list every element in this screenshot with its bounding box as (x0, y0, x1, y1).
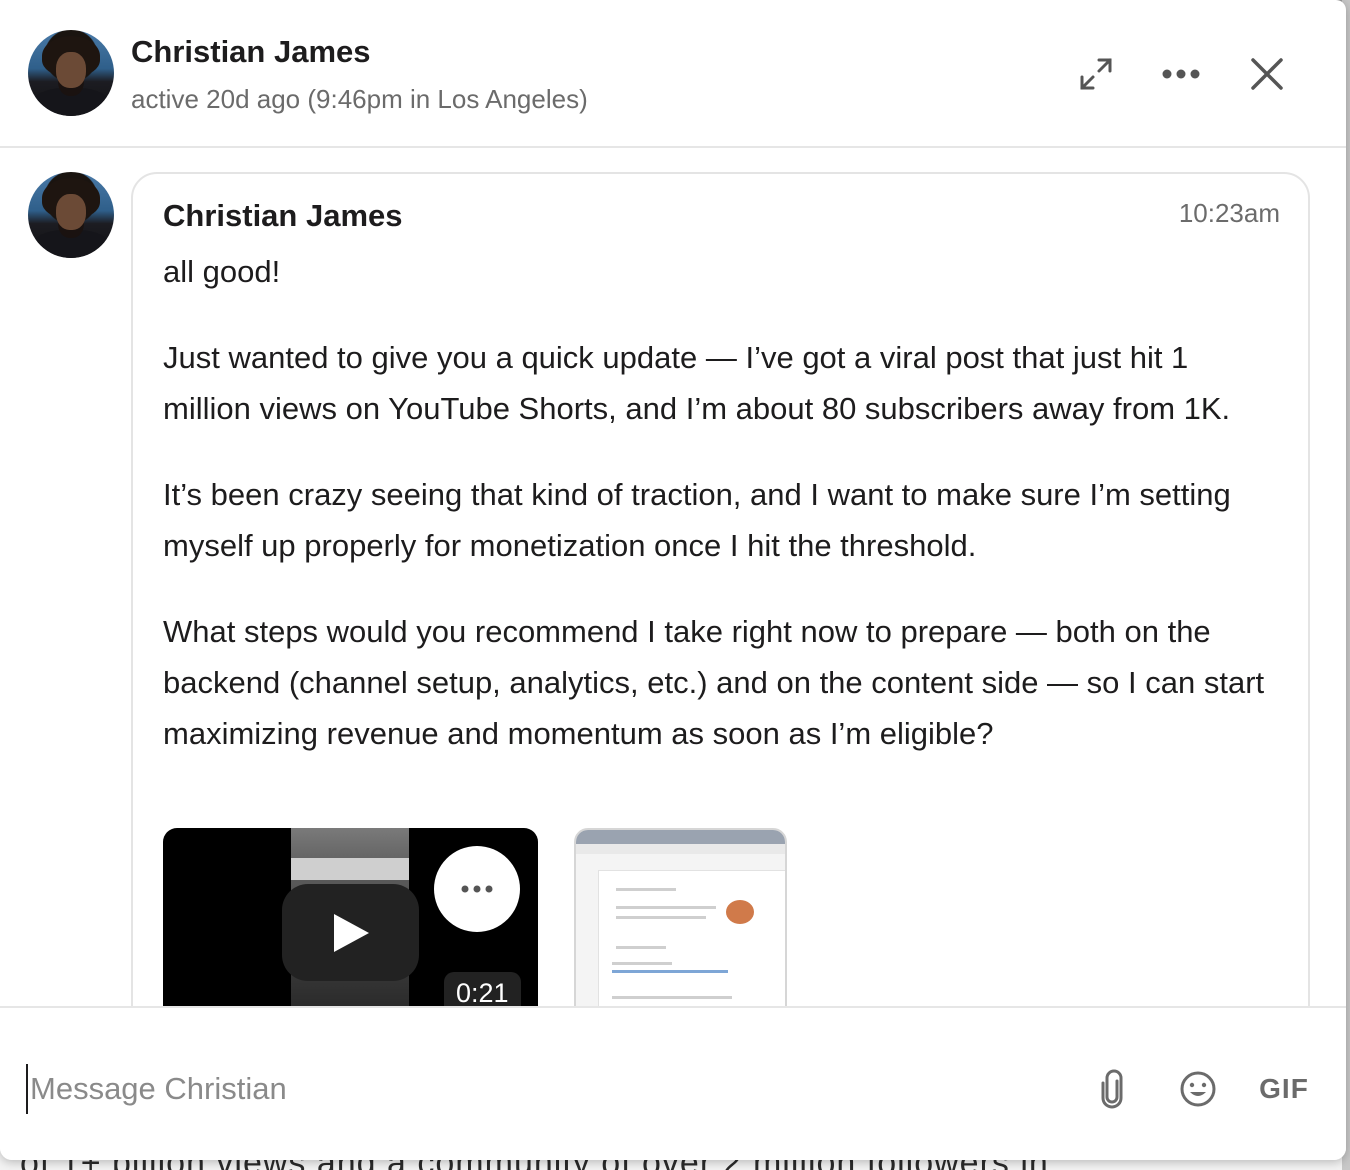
avatar-shirt (32, 88, 110, 116)
avatar[interactable] (28, 30, 114, 116)
play-button[interactable] (282, 884, 419, 981)
attach-file-button[interactable] (1092, 1064, 1132, 1114)
smiley-icon (1180, 1071, 1216, 1107)
expand-button[interactable] (1072, 50, 1120, 98)
contact-name[interactable]: Christian James (131, 34, 371, 70)
emoji-button[interactable] (1176, 1064, 1220, 1114)
message-avatar[interactable] (28, 172, 114, 258)
more-horizontal-icon (461, 885, 493, 893)
message-paragraph: Just wanted to give you a quick update —… (163, 340, 1231, 426)
more-options-button[interactable] (1157, 50, 1205, 98)
paperclip-icon (1101, 1069, 1123, 1109)
screenshot-illustration (726, 900, 754, 924)
video-duration: 0:21 (444, 972, 521, 1006)
play-icon (333, 913, 369, 952)
image-attachment[interactable] (574, 828, 787, 1006)
expand-icon (1080, 58, 1112, 90)
dialog-header: Christian James active 20d ago (9:46pm i… (0, 0, 1346, 148)
screenshot-line (612, 996, 732, 999)
message-sender[interactable]: Christian James (163, 198, 403, 234)
screenshot-line (616, 906, 716, 909)
video-attachment[interactable]: 0:21 (163, 828, 538, 1006)
screenshot-progress (612, 970, 728, 973)
screenshot-address-bar (576, 844, 785, 854)
screenshot-line (616, 888, 676, 891)
screenshot-line (616, 946, 666, 949)
more-horizontal-icon (1162, 69, 1200, 79)
message-body: all good! Just wanted to give you a quic… (163, 246, 1283, 794)
screenshot-toolbar (576, 830, 785, 844)
contact-status: active 20d ago (9:46pm in Los Angeles) (131, 84, 588, 114)
close-button[interactable] (1243, 50, 1291, 98)
message-timestamp: 10:23am (1178, 198, 1280, 228)
message-paragraph: all good! (163, 254, 281, 289)
direct-message-dialog: Christian James active 20d ago (9:46pm i… (0, 0, 1346, 1160)
close-icon (1251, 58, 1283, 90)
attachments: 0:21 (163, 828, 787, 1006)
gif-button[interactable]: GIF (1254, 1064, 1314, 1114)
video-options-button[interactable] (434, 846, 520, 932)
avatar-shirt (32, 230, 110, 258)
message-input[interactable] (26, 1064, 1066, 1114)
message-bubble: Christian James 10:23am all good! Just w… (131, 172, 1310, 1006)
message-paragraph: It’s been crazy seeing that kind of trac… (163, 477, 1231, 563)
message-composer: GIF (0, 1006, 1346, 1160)
message-paragraph: What steps would you recommend I take ri… (163, 614, 1265, 751)
screenshot-line (612, 962, 672, 965)
message-list[interactable]: Christian James 10:23am all good! Just w… (0, 150, 1346, 1006)
screenshot-line (616, 916, 706, 919)
